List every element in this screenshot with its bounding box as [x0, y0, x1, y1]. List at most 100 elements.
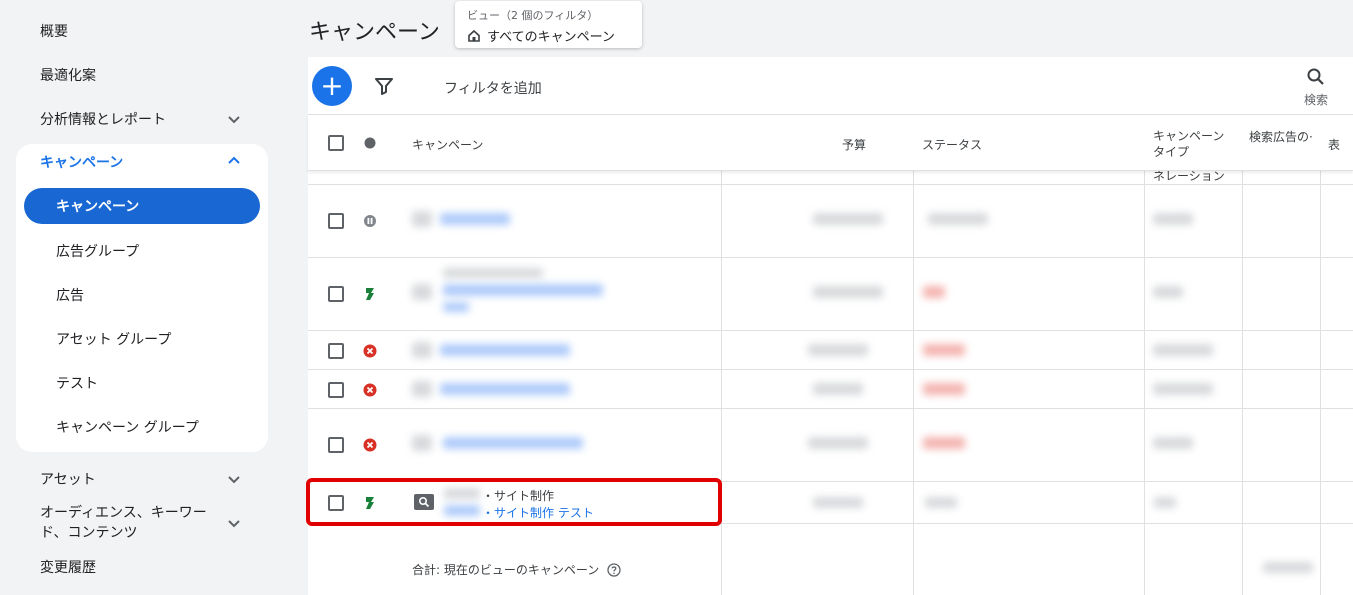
blurred-campaign-name[interactable] — [443, 302, 469, 312]
nav-audiences[interactable]: オーディエンス、キーワー ド、コンテンツ — [40, 503, 250, 543]
blurred-budget — [813, 213, 883, 225]
add-filter-button[interactable]: フィルタを追加 — [444, 78, 542, 98]
blurred-type — [1154, 497, 1176, 508]
chevron-down-icon — [228, 476, 240, 484]
column-header-campaign-type[interactable]: キャンペーン タイプ — [1153, 128, 1224, 160]
blurred-type — [1153, 437, 1193, 449]
page-title: キャンペーン — [309, 20, 440, 45]
filter-icon[interactable] — [374, 76, 394, 96]
row-checkbox[interactable] — [328, 286, 344, 302]
chevron-down-icon — [228, 520, 240, 528]
add-campaign-button[interactable]: + — [312, 66, 352, 106]
nav-change-history-label: 変更履歴 — [40, 560, 96, 576]
home-icon — [468, 29, 480, 42]
sidebar-item-experiments-label: テスト — [56, 376, 98, 392]
blurred-total-value — [1263, 562, 1313, 573]
nav-campaigns-group[interactable]: キャンペーン — [40, 152, 250, 172]
blurred-campaign-name[interactable] — [443, 437, 583, 449]
column-header-campaign-type-1: キャンペーン — [1153, 129, 1225, 143]
chevron-up-icon — [228, 156, 240, 164]
blurred-budget — [813, 286, 883, 298]
nav-campaigns-group-label: キャンペーン — [40, 155, 124, 171]
blurred-icon — [412, 211, 432, 227]
row-checkbox[interactable] — [328, 382, 344, 398]
column-divider — [1242, 115, 1243, 595]
column-header-next[interactable]: 表 — [1328, 136, 1340, 153]
removed-status-icon[interactable] — [363, 344, 377, 358]
sidebar-item-ad-groups-label: 広告グループ — [56, 244, 140, 260]
status-column-icon[interactable] — [364, 137, 376, 149]
nav-recommendations[interactable]: 最適化案 — [40, 65, 96, 85]
column-header-campaign[interactable]: キャンペーン — [412, 136, 483, 153]
table-row: ネレーション — [308, 169, 1353, 185]
view-selector[interactable]: ビュー（2 個のフィルタ） すべてのキャンペーン — [455, 1, 642, 48]
sidebar-item-ad-groups[interactable]: 広告グループ — [56, 241, 139, 261]
column-divider — [1320, 115, 1321, 595]
campaigns-nav-group: キャンペーン キャンペーン 広告グループ 広告 アセット グループ テスト キャ… — [16, 144, 268, 452]
table-row[interactable] — [308, 409, 1353, 482]
column-header-budget[interactable]: 予算 — [842, 136, 866, 153]
sidebar-item-campaign-groups-label: キャンペーン グループ — [56, 420, 199, 436]
table-toolbar: + フィルタを追加 検索 — [308, 57, 1353, 115]
sidebar-item-experiments[interactable]: テスト — [56, 373, 98, 393]
blurred-budget — [808, 344, 868, 356]
help-icon[interactable] — [607, 562, 621, 577]
total-label-text: 合計: 現在のビューのキャンペーン — [412, 563, 600, 577]
view-value: すべてのキャンペーン — [487, 30, 615, 45]
blurred-status — [923, 286, 945, 298]
enabled-status-icon[interactable] — [363, 287, 377, 301]
blurred-status — [923, 437, 965, 449]
blurred-icon — [412, 342, 432, 358]
sidebar-item-asset-groups-label: アセット グループ — [56, 332, 172, 348]
sidebar-item-campaigns-label: キャンペーン — [56, 199, 140, 215]
search-label: 検索 — [1303, 93, 1328, 107]
search-button[interactable]: 検索 — [1292, 65, 1340, 108]
blurred-icon — [412, 284, 432, 300]
blurred-type — [1153, 213, 1193, 225]
table-row[interactable] — [308, 331, 1353, 370]
column-divider — [913, 115, 914, 595]
sidebar-item-campaign-groups[interactable]: キャンペーン グループ — [56, 417, 199, 437]
sidebar-item-asset-groups[interactable]: アセット グループ — [56, 329, 171, 349]
table-row[interactable] — [308, 258, 1353, 331]
nav-insights-reports[interactable]: 分析情報とレポート — [40, 109, 250, 129]
blurred-icon — [412, 435, 432, 451]
table-row[interactable] — [308, 370, 1353, 409]
blurred-type — [1153, 383, 1213, 395]
blurred-campaign-name[interactable] — [440, 213, 510, 225]
blurred-campaign-name[interactable] — [443, 284, 603, 296]
paused-status-icon[interactable] — [363, 214, 377, 228]
nav-audiences-label-2: ド、コンテンツ — [40, 525, 138, 541]
sidebar-item-ads-label: 広告 — [56, 288, 84, 304]
table-row[interactable] — [308, 185, 1353, 258]
table-body: ネレーション ・サイト制作 ・サイト制作 テスト — [308, 169, 1353, 595]
nav-overview[interactable]: 概要 — [40, 21, 68, 41]
removed-status-icon[interactable] — [363, 438, 377, 452]
blurred-status — [925, 497, 957, 508]
total-label: 合計: 現在のビューのキャンペーン — [412, 561, 621, 578]
blurred-campaign-name[interactable] — [440, 383, 570, 395]
column-header-search-ads[interactable]: 検索広告の· — [1249, 128, 1313, 145]
sidebar-item-ads[interactable]: 広告 — [56, 285, 84, 305]
row-checkbox[interactable] — [328, 343, 344, 359]
select-all-checkbox[interactable] — [328, 135, 344, 151]
highlight-annotation — [306, 478, 722, 526]
nav-assets-label: アセット — [40, 472, 96, 488]
removed-status-icon[interactable] — [363, 383, 377, 397]
column-header-status[interactable]: ステータス — [922, 136, 982, 153]
column-divider — [1144, 115, 1145, 595]
table-header: キャンペーン 予算 ステータス キャンペーン タイプ 検索広告の· 表 — [308, 115, 1353, 171]
blurred-campaign-name[interactable] — [440, 344, 570, 356]
row-checkbox[interactable] — [328, 213, 344, 229]
nav-assets[interactable]: アセット — [40, 469, 250, 489]
row-checkbox[interactable] — [328, 437, 344, 453]
blurred-type — [1153, 344, 1213, 356]
nav-change-history[interactable]: 変更履歴 — [40, 557, 96, 577]
blurred-budget — [813, 497, 863, 508]
sidebar-item-campaigns[interactable]: キャンペーン — [24, 188, 260, 224]
nav-overview-label: 概要 — [40, 24, 68, 40]
blurred-text — [443, 268, 543, 278]
total-row — [308, 524, 1353, 595]
column-header-campaign-type-2: タイプ — [1153, 145, 1190, 159]
blurred-budget — [808, 437, 868, 449]
